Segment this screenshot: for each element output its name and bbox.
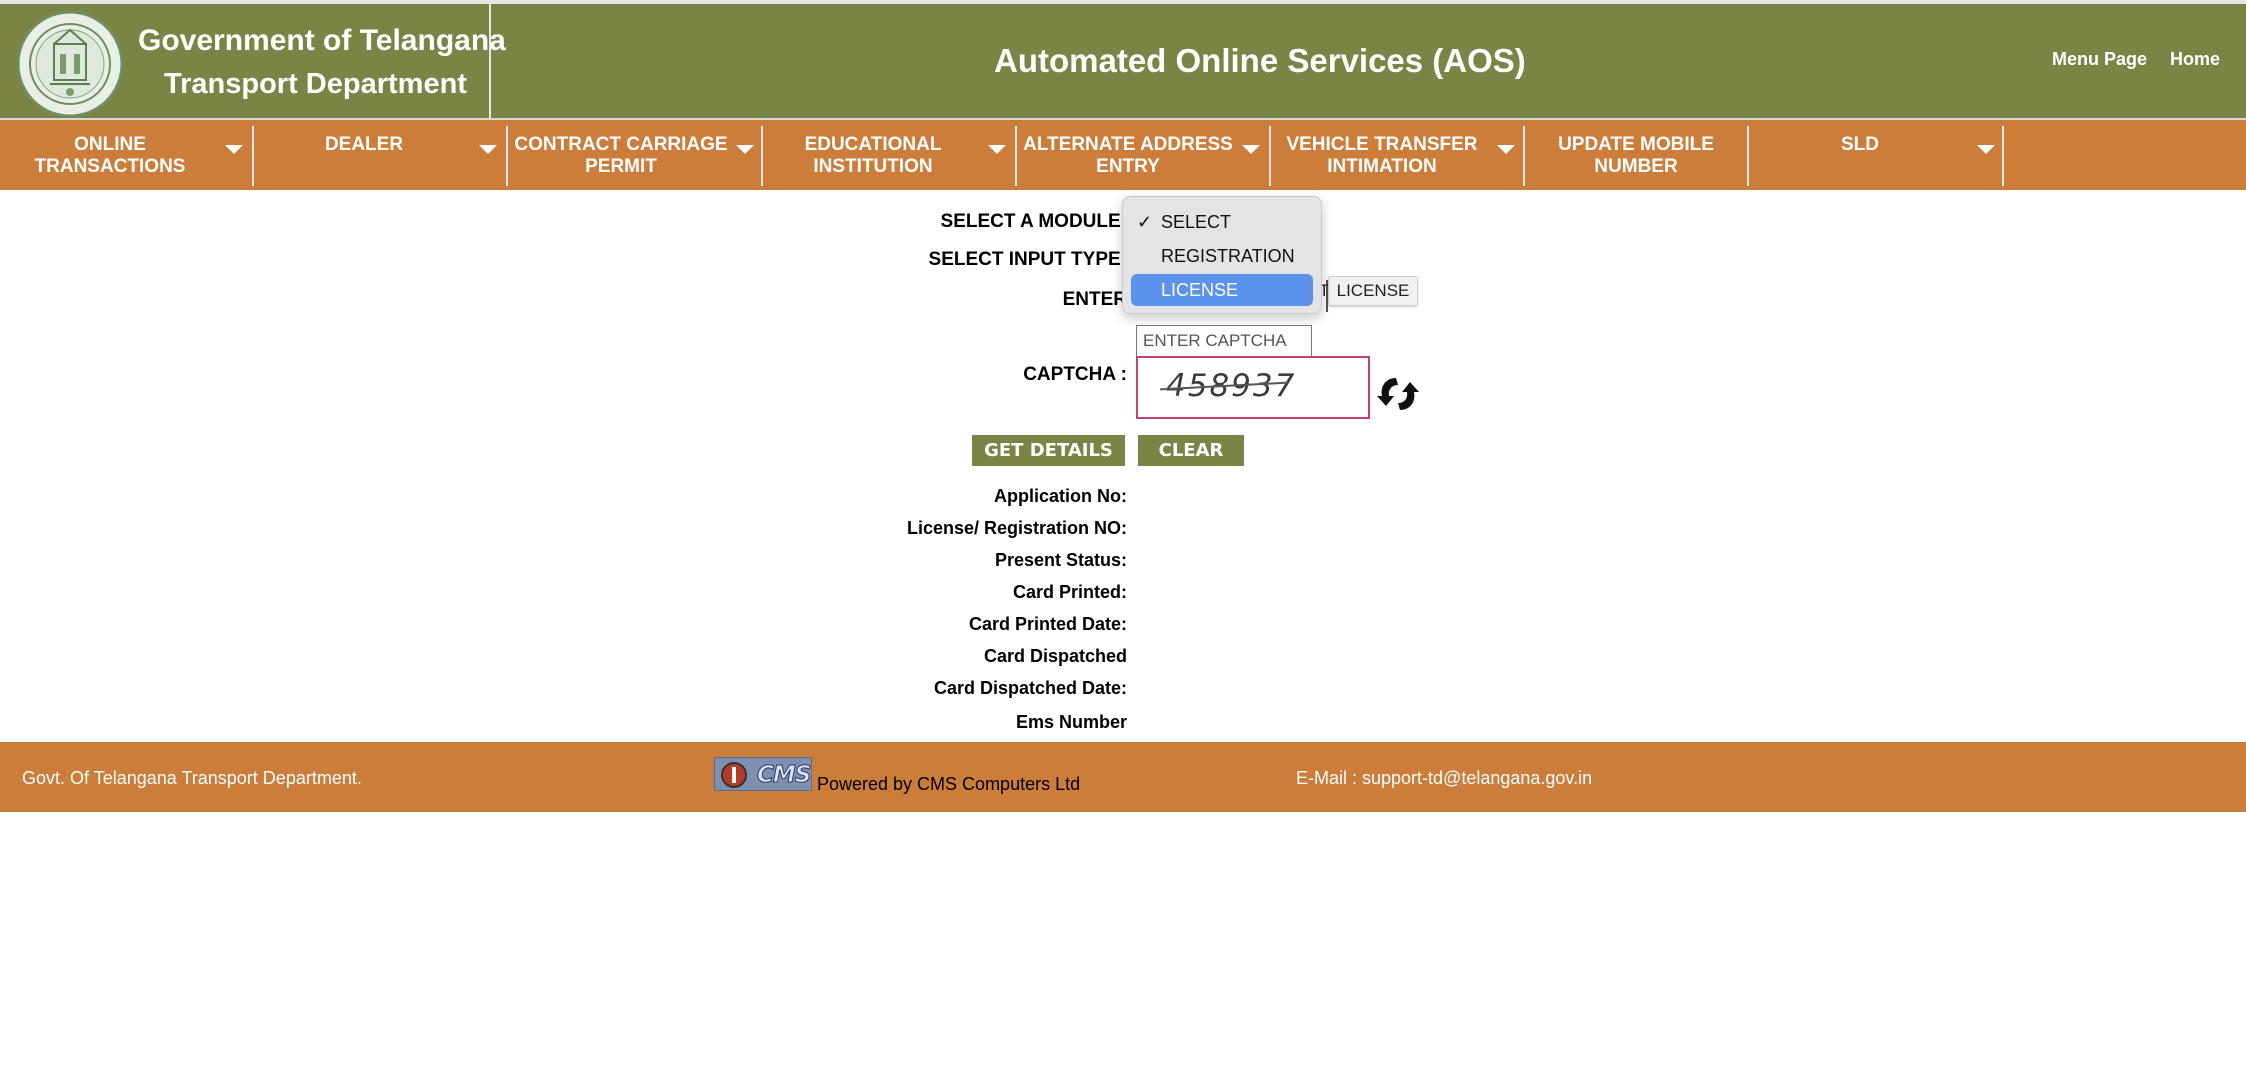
- nav-item-label: VEHICLE TRANSFER INTIMATION: [1286, 134, 1478, 177]
- checkmark-icon: ✓: [1137, 212, 1153, 232]
- present-status-label: Present Status:: [994, 550, 1127, 570]
- chevron-down-icon: [479, 145, 497, 154]
- captcha-label: CAPTCHA :: [1023, 364, 1127, 385]
- enter-label: ENTER: [1062, 289, 1127, 310]
- nav-item-sld[interactable]: SLD: [1749, 126, 2004, 186]
- app-title: Automated Online Services (AOS): [994, 42, 1526, 79]
- footer-bar: Govt. Of Telangana Transport Department.…: [0, 742, 2246, 812]
- telangana-emblem-icon: [16, 10, 124, 118]
- license-button[interactable]: LICENSE: [1328, 276, 1418, 306]
- chevron-down-icon: [225, 145, 243, 154]
- nav-item-dealer[interactable]: DEALER: [254, 126, 508, 186]
- nav-item-alternate-address-entry[interactable]: ALTERNATE ADDRESS ENTRY: [1017, 126, 1271, 186]
- select-module-label: SELECT A MODULE:: [940, 211, 1127, 232]
- cms-logo-bar: [732, 767, 736, 783]
- card-dispatched-label: Card Dispatched: [983, 646, 1127, 666]
- dropdown-option-label: REGISTRATION: [1161, 246, 1295, 266]
- chevron-down-icon: [1977, 145, 1995, 154]
- cms-logo: CMS: [714, 757, 812, 791]
- home-link[interactable]: Home: [2170, 49, 2220, 70]
- nav-item-label: CONTRACT CARRIAGE PERMIT: [514, 134, 728, 177]
- ems-number-label: Ems Number: [1015, 712, 1127, 732]
- dropdown-option-license[interactable]: LICENSE: [1131, 274, 1313, 306]
- nav-item-update-mobile-number[interactable]: UPDATE MOBILE NUMBER: [1525, 126, 1749, 186]
- nav-item-online-transactions[interactable]: ONLINE TRANSACTIONS: [0, 126, 254, 186]
- dropdown-option-select[interactable]: ✓ SELECT: [1131, 206, 1313, 238]
- powered-by-text: Powered by CMS Computers Ltd: [817, 774, 1081, 794]
- captcha-image: 458937: [1136, 356, 1370, 419]
- card-printed-label: Card Printed:: [1012, 582, 1127, 602]
- chevron-down-icon: [1242, 145, 1260, 154]
- module-dropdown-menu: ✓ SELECT REGISTRATION LICENSE: [1122, 196, 1322, 314]
- brand-line-government: Government of Telangana: [138, 24, 506, 57]
- application-no-label: Application No:: [994, 486, 1127, 506]
- captcha-input[interactable]: [1136, 325, 1312, 357]
- nav-item-vehicle-transfer-intimation[interactable]: VEHICLE TRANSFER INTIMATION: [1271, 126, 1525, 186]
- chevron-down-icon: [988, 145, 1006, 154]
- dropdown-option-label: LICENSE: [1161, 280, 1239, 300]
- nav-item-educational-institution[interactable]: EDUCATIONAL INSTITUTION: [763, 126, 1017, 186]
- dropdown-option-label: SELECT: [1161, 212, 1232, 232]
- nav-item-label: UPDATE MOBILE NUMBER: [1558, 134, 1714, 177]
- chevron-down-icon: [1497, 145, 1515, 154]
- support-email-text: E-Mail : support-td@telangana.gov.in: [1296, 768, 1593, 788]
- card-dispatched-date-label: Card Dispatched Date:: [933, 678, 1127, 698]
- card-printed-date-label: Card Printed Date:: [968, 614, 1127, 634]
- header-bar: Government of Telangana Transport Depart…: [0, 0, 2246, 118]
- brand-block: Government of Telangana Transport Depart…: [0, 4, 506, 118]
- cms-logo-text: CMS: [756, 762, 811, 789]
- nav-item-label: SLD: [1841, 134, 1879, 155]
- refresh-icon[interactable]: [1374, 370, 1422, 418]
- license-registration-no-label: License/ Registration NO:: [906, 518, 1127, 538]
- clear-button[interactable]: CLEAR: [1138, 435, 1244, 466]
- footer-department-text: Govt. Of Telangana Transport Department.: [22, 768, 362, 788]
- nav-item-label: ALTERNATE ADDRESS ENTRY: [1023, 134, 1233, 177]
- main-nav: ONLINE TRANSACTIONS DEALER CONTRACT CARR…: [0, 118, 2246, 190]
- nav-item-label: EDUCATIONAL INSTITUTION: [804, 134, 942, 177]
- nav-item-contract-carriage-permit[interactable]: CONTRACT CARRIAGE PERMIT: [508, 126, 763, 186]
- nav-item-label: DEALER: [324, 134, 404, 155]
- nav-item-label: ONLINE TRANSACTIONS: [34, 134, 186, 177]
- dropdown-option-registration[interactable]: REGISTRATION: [1131, 240, 1313, 272]
- brand-line-department: Transport Department: [164, 68, 467, 100]
- chevron-down-icon: [736, 145, 754, 154]
- get-details-button[interactable]: GET DETAILS: [972, 435, 1125, 466]
- menu-page-link[interactable]: Menu Page: [2052, 49, 2147, 70]
- select-input-type-label: SELECT INPUT TYPE:: [928, 249, 1127, 270]
